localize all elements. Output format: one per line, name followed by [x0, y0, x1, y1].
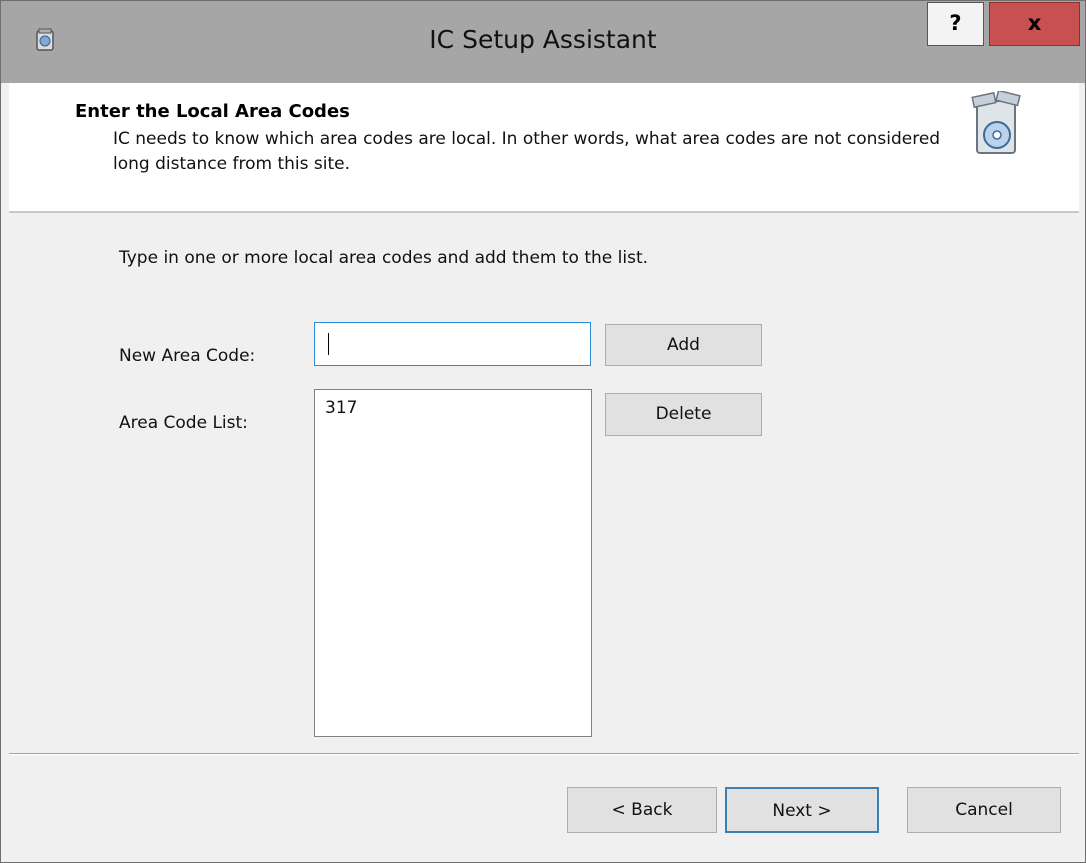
- add-button[interactable]: Add: [605, 324, 762, 366]
- new-area-code-input[interactable]: [314, 322, 591, 366]
- setup-package-icon: [971, 91, 1021, 154]
- page-description: IC needs to know which area codes are lo…: [113, 129, 941, 174]
- next-button[interactable]: Next >: [725, 787, 879, 833]
- setup-wizard-window: IC Setup Assistant ? x Enter the Local A…: [0, 0, 1086, 863]
- back-button[interactable]: < Back: [567, 787, 717, 833]
- list-item[interactable]: 317: [315, 390, 591, 418]
- area-code-listbox[interactable]: 317: [314, 389, 592, 737]
- instruction-text: Type in one or more local area codes and…: [119, 248, 649, 268]
- page-title: Enter the Local Area Codes: [75, 101, 350, 122]
- footer-divider: [9, 753, 1079, 755]
- close-button[interactable]: x: [989, 2, 1080, 46]
- delete-button[interactable]: Delete: [605, 393, 762, 436]
- new-area-code-label: New Area Code:: [119, 346, 256, 366]
- wizard-body: Type in one or more local area codes and…: [9, 213, 1079, 755]
- title-bar[interactable]: IC Setup Assistant ? x: [1, 1, 1085, 83]
- cancel-button[interactable]: Cancel: [907, 787, 1061, 833]
- text-caret: [328, 333, 329, 355]
- window-title: IC Setup Assistant: [429, 25, 657, 54]
- wizard-header: Enter the Local Area Codes IC needs to k…: [9, 83, 1079, 213]
- area-code-list-label: Area Code List:: [119, 413, 248, 433]
- help-button[interactable]: ?: [927, 2, 984, 46]
